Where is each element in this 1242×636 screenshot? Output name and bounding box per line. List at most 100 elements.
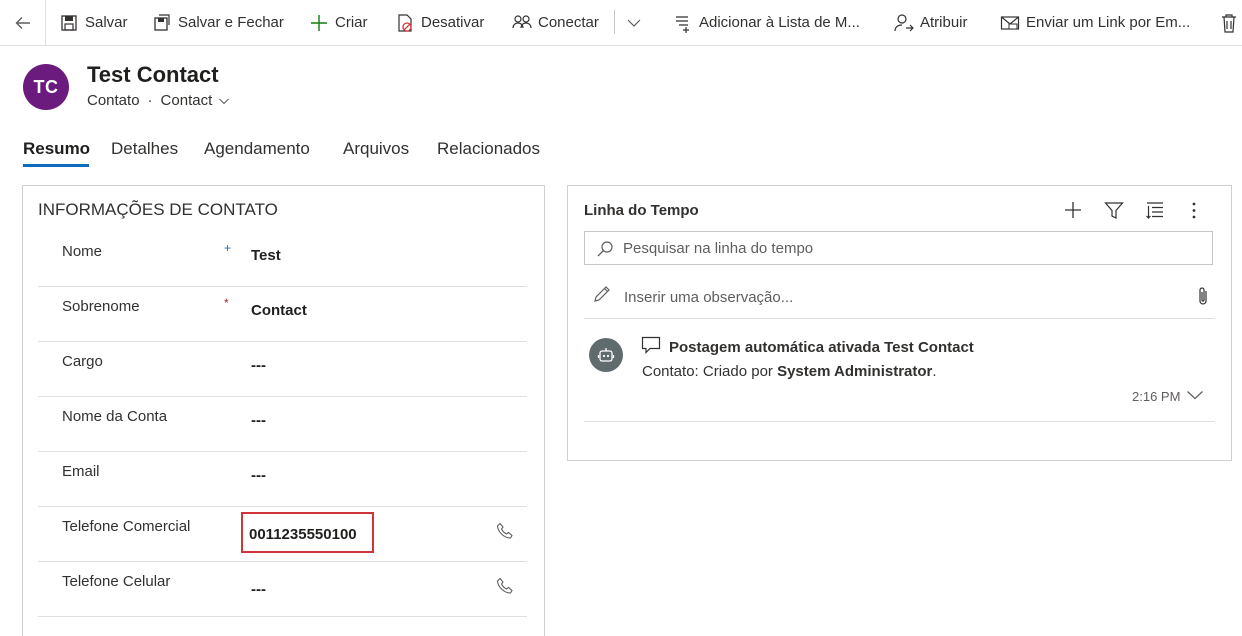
field-first-name: Nome + Test bbox=[38, 231, 527, 287]
email-link-button[interactable]: Enviar um Link por Em... bbox=[1000, 0, 1190, 45]
timeline-add-button[interactable] bbox=[1063, 200, 1083, 220]
command-bar: Salvar Salvar e Fechar Criar Desativar C… bbox=[0, 0, 1242, 46]
post-body-suffix: . bbox=[932, 363, 937, 380]
phone-icon[interactable] bbox=[496, 577, 514, 595]
more-vertical-icon bbox=[1192, 202, 1196, 219]
new-button[interactable]: Criar bbox=[309, 0, 368, 45]
record-subtitle: Contato · Contact bbox=[87, 92, 230, 109]
avatar: TC bbox=[23, 64, 69, 110]
filter-icon bbox=[1104, 202, 1124, 219]
plus-icon bbox=[309, 13, 329, 33]
paperclip-icon[interactable] bbox=[1197, 286, 1209, 306]
robot-icon bbox=[597, 348, 615, 362]
entity-name: Contato bbox=[87, 92, 140, 109]
field-label: Telefone Celular bbox=[62, 573, 171, 590]
tab-details[interactable]: Detalhes bbox=[111, 139, 178, 159]
timeline-title: Linha do Tempo bbox=[584, 202, 699, 219]
add-to-list-icon bbox=[673, 13, 693, 33]
job-title-value[interactable]: --- bbox=[251, 357, 266, 374]
required-marker: * bbox=[224, 296, 229, 310]
field-label: Cargo bbox=[62, 353, 103, 370]
more-commands-dropdown[interactable] bbox=[626, 0, 642, 45]
subtitle-separator: · bbox=[147, 92, 153, 109]
save-and-close-label: Salvar e Fechar bbox=[178, 14, 284, 31]
add-to-marketing-list-button[interactable]: Adicionar à Lista de M... bbox=[673, 0, 860, 45]
tab-related[interactable]: Relacionados bbox=[437, 139, 540, 159]
assign-person-icon bbox=[894, 13, 914, 33]
bot-avatar bbox=[589, 338, 623, 372]
field-account-name: Nome da Conta --- bbox=[38, 396, 527, 452]
account-name-value[interactable]: --- bbox=[251, 412, 266, 429]
first-name-value[interactable]: Test bbox=[251, 247, 281, 264]
phone-icon[interactable] bbox=[496, 522, 514, 540]
email-link-icon bbox=[1000, 13, 1020, 33]
back-arrow-icon bbox=[15, 16, 30, 29]
deactivate-label: Desativar bbox=[421, 14, 485, 31]
email-value[interactable]: --- bbox=[251, 467, 266, 484]
post-body: Contato: Criado por System Administrator… bbox=[642, 363, 937, 380]
field-label: Telefone Comercial bbox=[62, 518, 191, 535]
connect-button[interactable]: Conectar bbox=[512, 0, 599, 45]
chevron-down-icon bbox=[627, 19, 641, 27]
connect-label: Conectar bbox=[538, 14, 599, 31]
mobile-phone-value[interactable]: --- bbox=[251, 581, 266, 598]
timeline-sort-button[interactable] bbox=[1145, 201, 1165, 220]
field-label: Sobrenome bbox=[62, 298, 140, 315]
timeline-more-button[interactable] bbox=[1190, 201, 1198, 220]
chevron-down-icon[interactable] bbox=[1186, 388, 1204, 402]
toolbar-divider bbox=[614, 10, 615, 34]
delete-button[interactable] bbox=[1220, 0, 1238, 45]
divider bbox=[584, 421, 1215, 422]
post-comment-icon bbox=[641, 336, 661, 354]
business-recommended-marker: + bbox=[224, 241, 232, 255]
field-mobile-phone: Telefone Celular --- bbox=[38, 561, 527, 617]
note-placeholder: Inserir uma observação... bbox=[624, 289, 794, 306]
note-input[interactable]: Inserir uma observação... bbox=[584, 283, 1215, 313]
assign-label: Atribuir bbox=[920, 14, 968, 31]
tab-files[interactable]: Arquivos bbox=[343, 139, 409, 159]
post-user: System Administrator bbox=[777, 363, 933, 380]
post-timestamp: 2:16 PM bbox=[1132, 389, 1181, 404]
section-title: INFORMAÇÕES DE CONTATO bbox=[38, 200, 278, 219]
tab-scheduling[interactable]: Agendamento bbox=[204, 139, 310, 159]
field-email: Email --- bbox=[38, 451, 527, 507]
search-placeholder: Pesquisar na linha do tempo bbox=[623, 240, 814, 257]
timeline-post-item[interactable]: Postagem automática ativada Test Contact… bbox=[584, 322, 1215, 420]
field-label: Email bbox=[62, 463, 100, 480]
plus-icon bbox=[1065, 202, 1081, 218]
field-last-name: Sobrenome * Contact bbox=[38, 286, 527, 342]
tab-summary[interactable]: Resumo bbox=[23, 139, 90, 159]
save-button[interactable]: Salvar bbox=[59, 0, 128, 45]
divider bbox=[584, 318, 1215, 319]
sort-list-icon bbox=[1146, 202, 1163, 219]
assign-button[interactable]: Atribuir bbox=[894, 0, 968, 45]
back-button[interactable] bbox=[0, 0, 46, 45]
add-to-list-label: Adicionar à Lista de M... bbox=[699, 14, 860, 31]
deactivate-button[interactable]: Desativar bbox=[395, 0, 484, 45]
email-link-label: Enviar um Link por Em... bbox=[1026, 14, 1191, 31]
form-name: Contact bbox=[160, 92, 213, 109]
field-label: Nome da Conta bbox=[62, 408, 168, 425]
save-and-close-button[interactable]: Salvar e Fechar bbox=[152, 0, 284, 45]
timeline-filter-button[interactable] bbox=[1104, 201, 1124, 220]
connection-icon bbox=[512, 13, 532, 33]
save-icon bbox=[59, 13, 79, 33]
timeline-search-input[interactable]: Pesquisar na linha do tempo bbox=[584, 231, 1213, 265]
post-body-prefix: Contato: Criado por bbox=[642, 363, 778, 380]
form-selector[interactable]: Contact bbox=[161, 92, 231, 109]
search-icon bbox=[597, 241, 613, 257]
trash-icon bbox=[1222, 13, 1236, 33]
pencil-icon bbox=[594, 286, 610, 302]
save-and-close-icon bbox=[152, 13, 172, 33]
field-label: Nome bbox=[62, 243, 103, 260]
last-name-value[interactable]: Contact bbox=[251, 302, 307, 319]
post-title: Postagem automática ativada Test Contact bbox=[669, 339, 974, 356]
field-job-title: Cargo --- bbox=[38, 341, 527, 397]
active-tab-indicator bbox=[23, 164, 89, 167]
page-title: Test Contact bbox=[87, 62, 219, 87]
deactivate-icon bbox=[395, 13, 415, 33]
save-label: Salvar bbox=[85, 14, 128, 31]
highlight-box bbox=[241, 512, 374, 553]
chevron-down-icon bbox=[219, 98, 230, 104]
new-label: Criar bbox=[335, 14, 368, 31]
